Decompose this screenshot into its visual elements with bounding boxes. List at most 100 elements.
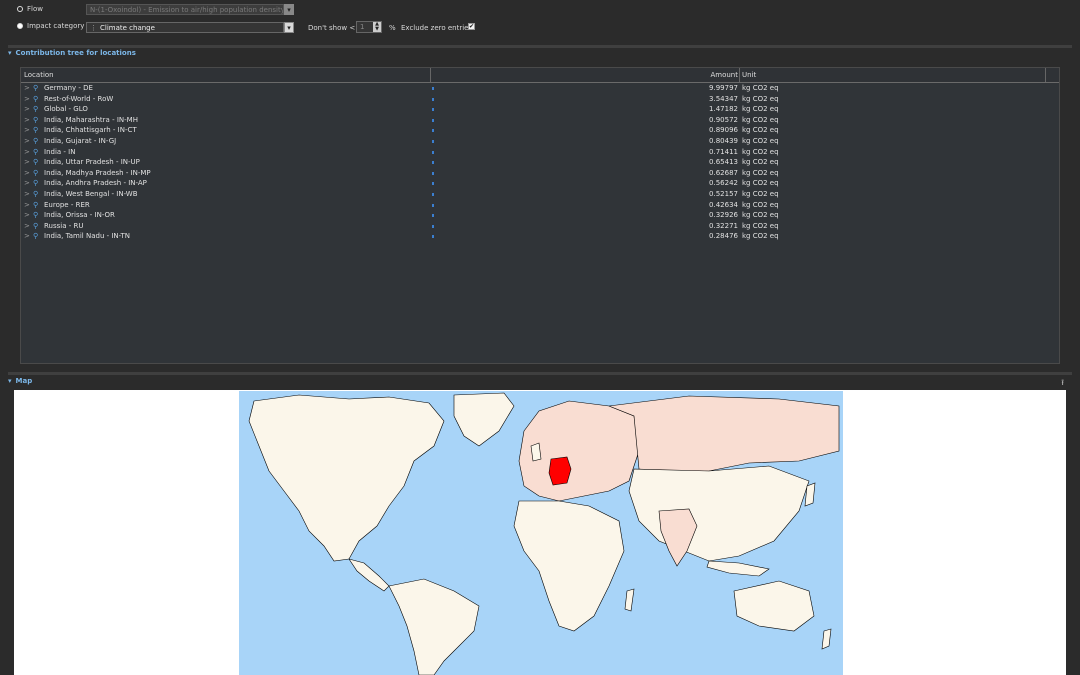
- tree-row[interactable]: > ⚲ India, Andhra Pradesh - IN-AP 0.56242 kg…: [21, 178, 1059, 189]
- amount-cell: 3.54347: [709, 94, 738, 103]
- chevron-right-icon[interactable]: >: [24, 136, 30, 147]
- column-divider[interactable]: [430, 68, 431, 82]
- section-separator: [8, 372, 1072, 375]
- upload-icon[interactable]: ⭱: [1061, 377, 1064, 391]
- chevron-right-icon[interactable]: >: [24, 189, 30, 200]
- exclude-zero-label: Exclude zero entries: [401, 24, 473, 32]
- flow-dropdown-button: ▾: [284, 4, 294, 15]
- contribution-bar: [432, 150, 434, 154]
- contribution-bar: [432, 214, 434, 218]
- impact-dropdown-button[interactable]: ▾: [284, 22, 294, 33]
- tree-row[interactable]: > ⚲ India, Maharashtra - IN-MH 0.90572 kg CO…: [21, 115, 1059, 126]
- chevron-right-icon[interactable]: >: [24, 168, 30, 179]
- chevron-right-icon[interactable]: >: [24, 210, 30, 221]
- flow-radio[interactable]: [17, 6, 23, 12]
- selection-panel: Flow N-(1-Oxoindol) - Emission to air/hi…: [0, 0, 1080, 45]
- exclude-zero-checkbox[interactable]: ✔: [468, 23, 475, 30]
- tree-row[interactable]: > ⚲ Russia - RU 0.32271 kg CO2 eq: [21, 221, 1059, 232]
- tree-row[interactable]: > ⚲ India, Chhattisgarh - IN-CT 0.89096 kg C…: [21, 125, 1059, 136]
- location-cell: Europe - RER: [44, 200, 90, 209]
- amount-cell: 0.56242: [709, 179, 738, 188]
- tree-row[interactable]: > ⚲ India, West Bengal - IN-WB 0.52157 kg CO…: [21, 189, 1059, 200]
- location-cell: India, Andhra Pradesh - IN-AP: [44, 179, 147, 188]
- column-divider[interactable]: [1045, 68, 1046, 82]
- percent-label: %: [389, 24, 396, 32]
- tree-row[interactable]: > ⚲ India, Gujarat - IN-GJ 0.80439 kg CO2 eq: [21, 136, 1059, 147]
- tree-section-header[interactable]: ▾ Contribution tree for locations: [8, 48, 136, 58]
- chevron-right-icon[interactable]: >: [24, 221, 30, 232]
- location-cell: India, West Bengal - IN-WB: [44, 189, 138, 198]
- tree-row[interactable]: > ⚲ Germany - DE 9.99797 kg CO2 eq: [21, 83, 1059, 94]
- column-divider[interactable]: [739, 68, 740, 82]
- chevron-right-icon[interactable]: >: [24, 115, 30, 126]
- chevron-right-icon[interactable]: >: [24, 200, 30, 211]
- map-pin-icon: ⚲: [33, 200, 39, 209]
- flow-radio-row[interactable]: Flow: [17, 5, 43, 13]
- unit-cell: kg CO2 eq: [742, 168, 779, 177]
- chevron-right-icon[interactable]: >: [24, 157, 30, 168]
- tree-section-title: Contribution tree for locations: [15, 49, 136, 57]
- map-pin-icon: ⚲: [33, 147, 39, 156]
- amount-cell: 0.28476: [709, 232, 738, 241]
- map-section-title: Map: [15, 377, 33, 385]
- map-panel: [14, 390, 1066, 675]
- contribution-bar: [432, 118, 434, 122]
- contribution-bar: [432, 192, 434, 196]
- map-pin-icon: ⚲: [33, 168, 39, 177]
- chevron-right-icon[interactable]: >: [24, 125, 30, 136]
- map-pin-icon: ⚲: [33, 189, 39, 198]
- column-location[interactable]: Location: [24, 68, 54, 82]
- tree-row[interactable]: > ⚲ India, Uttar Pradesh - IN-UP 0.65413 kg …: [21, 157, 1059, 168]
- tree-row[interactable]: > ⚲ India, Madhya Pradesh - IN-MP 0.62687 kg…: [21, 168, 1059, 179]
- map-pin-icon: ⚲: [33, 105, 39, 114]
- location-cell: Rest-of-World - RoW: [44, 94, 114, 103]
- column-unit[interactable]: Unit: [742, 68, 756, 82]
- tree-row[interactable]: > ⚲ Europe - RER 0.42634 kg CO2 eq: [21, 200, 1059, 211]
- map-pin-icon: ⚲: [33, 232, 39, 241]
- tree-row[interactable]: > ⚲ India - IN 0.71411 kg CO2 eq: [21, 147, 1059, 158]
- contribution-bar: [432, 87, 434, 90]
- amount-cell: 0.80439: [709, 136, 738, 145]
- triangle-down-icon[interactable]: ▾: [8, 377, 12, 385]
- flow-combo: N-(1-Oxoindol) - Emission to air/high po…: [86, 4, 284, 15]
- unit-cell: kg CO2 eq: [742, 179, 779, 188]
- amount-cell: 9.99797: [709, 84, 738, 92]
- chevron-right-icon[interactable]: >: [24, 147, 30, 158]
- dont-show-label: Don't show <: [308, 24, 356, 32]
- chevron-right-icon[interactable]: >: [24, 104, 30, 115]
- amount-cell: 0.90572: [709, 115, 738, 124]
- location-cell: India, Madhya Pradesh - IN-MP: [44, 168, 151, 177]
- location-cell: Global - GLO: [44, 105, 88, 114]
- map-pin-icon: ⚲: [33, 84, 39, 92]
- chevron-right-icon[interactable]: >: [24, 94, 30, 105]
- tree-row[interactable]: > ⚲ India, Orissa - IN-OR 0.32926 kg CO2 eq: [21, 210, 1059, 221]
- location-cell: India - IN: [44, 147, 76, 156]
- map-pin-icon: ⚲: [33, 126, 39, 135]
- contribution-bar: [432, 203, 434, 207]
- chevron-right-icon[interactable]: >: [24, 83, 30, 94]
- chevron-right-icon[interactable]: >: [24, 178, 30, 189]
- unit-cell: kg CO2 eq: [742, 200, 779, 209]
- unit-cell: kg CO2 eq: [742, 136, 779, 145]
- impact-radio[interactable]: [17, 23, 23, 29]
- contribution-tree[interactable]: Location Amount Unit > ⚲ Germany - DE 9.997…: [20, 67, 1060, 364]
- tree-row[interactable]: > ⚲ India, Tamil Nadu - IN-TN 0.28476 kg CO2…: [21, 231, 1059, 242]
- unit-cell: kg CO2 eq: [742, 221, 779, 230]
- contribution-bar: [432, 108, 434, 112]
- column-amount[interactable]: Amount: [701, 68, 738, 82]
- triangle-down-icon[interactable]: ▾: [8, 49, 12, 57]
- cutoff-value[interactable]: 1: [357, 23, 373, 31]
- world-map[interactable]: [239, 391, 843, 675]
- cutoff-spinner[interactable]: 1 ▲ ▼: [356, 21, 382, 33]
- chevron-right-icon[interactable]: >: [24, 231, 30, 242]
- impact-radio-row[interactable]: Impact category: [17, 22, 84, 30]
- map-section-header[interactable]: ▾ Map: [8, 376, 32, 386]
- flow-label: Flow: [27, 5, 43, 13]
- amount-cell: 0.65413: [709, 158, 738, 167]
- location-cell: India, Orissa - IN-OR: [44, 211, 115, 220]
- tree-row[interactable]: > ⚲ Rest-of-World - RoW 3.54347 kg CO2 eq: [21, 94, 1059, 105]
- spinner-arrows-icon[interactable]: ▲ ▼: [373, 22, 381, 32]
- impact-combo[interactable]: ⋮ Climate change: [86, 22, 284, 33]
- tree-row[interactable]: > ⚲ Global - GLO 1.47182 kg CO2 eq: [21, 104, 1059, 115]
- amount-cell: 0.32271: [709, 221, 738, 230]
